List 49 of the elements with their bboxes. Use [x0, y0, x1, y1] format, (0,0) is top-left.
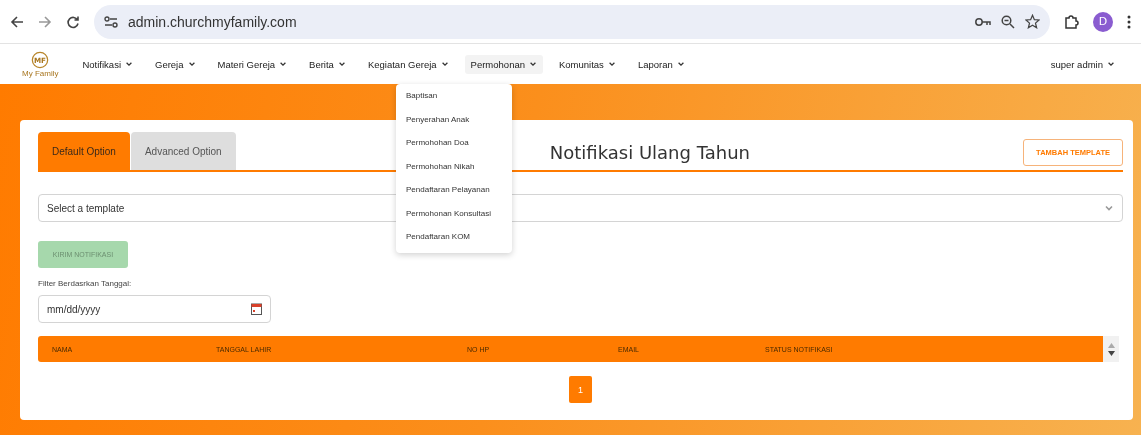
scroll-down-icon[interactable]	[1107, 350, 1115, 356]
chevron-icon	[187, 60, 196, 68]
nav-menu[interactable]: Berita	[303, 54, 352, 74]
chevron-icon	[607, 60, 616, 68]
menu-item[interactable]: Permohohan Nikah	[396, 154, 512, 178]
key-icon[interactable]	[975, 16, 991, 27]
nav-menu[interactable]: Materi Gereja	[211, 54, 294, 74]
zoom-icon[interactable]	[1001, 14, 1015, 29]
date-placeholder: mm/dd/yyyy	[47, 303, 101, 315]
page-title: Notifikasi Ulang Tahun	[549, 141, 750, 163]
menu-item[interactable]: Permohonan Konsultasi	[396, 201, 512, 225]
chevron-icon	[440, 60, 449, 68]
filter-label: Filter Berdasrkan Tanggal:	[38, 279, 133, 288]
menu-item[interactable]: Penyerahan Anak	[396, 107, 512, 131]
date-field[interactable]: mm/dd/yyyy	[38, 295, 271, 323]
menu-item[interactable]: Baptisan	[396, 84, 512, 108]
menu-icon[interactable]	[1127, 14, 1131, 29]
url-text: admin.churchmyfamily.com	[128, 13, 297, 30]
address-bar[interactable]: admin.churchmyfamily.com	[94, 4, 1050, 39]
chevron-icon	[337, 60, 346, 68]
forward-icon[interactable]	[38, 14, 52, 29]
tab[interactable]: Default Option	[38, 132, 130, 170]
nav-menu[interactable]: Komunitas	[553, 54, 622, 74]
user-menu[interactable]: super admin	[1044, 54, 1121, 74]
star-icon[interactable]	[1025, 14, 1040, 29]
logo-caption: My Family	[22, 68, 59, 78]
reload-icon[interactable]	[66, 14, 80, 29]
nav-menu[interactable]: Permohonan	[464, 54, 543, 74]
logo[interactable]: MF	[31, 50, 50, 69]
nav-menu[interactable]: Kegiatan Gereja	[361, 54, 455, 74]
puzzle-icon[interactable]	[1064, 14, 1079, 29]
back-icon[interactable]	[10, 14, 24, 29]
chevron-icon	[676, 60, 685, 68]
chevron-icon	[125, 60, 133, 68]
nav-menu[interactable]: Gereja	[149, 54, 202, 74]
menu-item[interactable]: Pendaftaran KOM	[396, 225, 512, 249]
chevron-icon	[529, 60, 537, 68]
tab[interactable]: Advanced Option	[130, 132, 236, 170]
nav-menu[interactable]: Notifikasi	[76, 54, 139, 74]
select-placeholder: Select a template	[47, 202, 125, 214]
site-settings-icon[interactable]	[104, 15, 118, 28]
chevron-icon	[279, 60, 288, 68]
calendar-icon[interactable]	[251, 303, 262, 315]
chevron-icon	[1104, 203, 1114, 213]
profile-avatar[interactable]: D	[1093, 11, 1113, 32]
scrollbar[interactable]	[1103, 336, 1119, 362]
nav-menu[interactable]: Laporan	[631, 54, 691, 74]
menu-item[interactable]: Permohohan Doa	[396, 131, 512, 155]
chevron-icon	[1107, 60, 1115, 68]
